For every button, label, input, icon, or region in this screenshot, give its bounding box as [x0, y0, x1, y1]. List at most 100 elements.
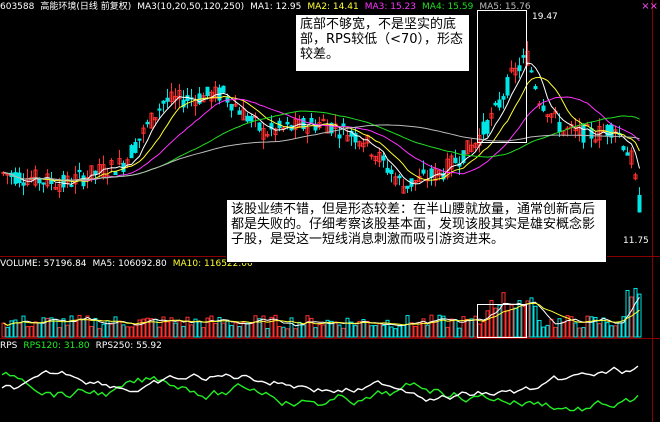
ma4-value: MA4: 15.59: [422, 2, 474, 12]
volume-bar: [277, 326, 282, 338]
volume-bar: [237, 326, 242, 338]
rps-panel[interactable]: RPS RPS120: 31.80 RPS250: 55.92: [0, 339, 660, 422]
candle-body: [41, 182, 46, 185]
volume-bar: [549, 318, 554, 338]
volume-bar: [205, 317, 210, 338]
candle-body: [161, 100, 166, 104]
candle-body: [133, 142, 138, 153]
volume-bar: [469, 318, 474, 338]
volume-bar: [589, 316, 594, 338]
volume-bar: [333, 321, 338, 338]
rps120-value: RPS120: 31.80: [23, 341, 90, 351]
volume-bar: [429, 314, 434, 338]
ma-params: MA3(10,20,50,120,250): [137, 2, 245, 12]
volume-bar: [109, 323, 114, 338]
candle-body: [221, 85, 226, 93]
volume-bar: [405, 315, 410, 338]
annotation-top: 底部不够宽，不是坚实的底部，RPS较低（<70），形态较差。: [295, 14, 470, 72]
volume-bar: [417, 321, 422, 338]
candle-body: [157, 108, 162, 111]
volume-bar: [409, 322, 414, 338]
volume-bar: [113, 316, 118, 338]
volume-bar: [133, 324, 138, 338]
candle-body: [77, 169, 82, 173]
candle-body: [205, 86, 210, 96]
rps-label: RPS: [0, 341, 18, 351]
high-price-label: 19.47: [532, 12, 558, 22]
volume-bar: [577, 327, 582, 338]
rps120-line: [1, 371, 639, 412]
volume-bar: [29, 325, 34, 338]
volume-bar: [337, 324, 342, 338]
volume-bar: [585, 315, 590, 338]
volume-bar: [457, 327, 462, 338]
candle-body: [581, 123, 586, 143]
volume-bar: [449, 318, 454, 338]
rps250-value: RPS250: 55.92: [95, 341, 162, 351]
volume-bar: [37, 322, 42, 338]
volume-bar: [433, 321, 438, 338]
volume-bar: [465, 318, 470, 338]
volume-bar: [229, 324, 234, 338]
volume-bar: [101, 323, 106, 338]
volume-bar: [129, 326, 134, 338]
volume-panel[interactable]: VOLUME: 57196.84 MA5: 106092.80 MA10: 1165…: [0, 257, 660, 338]
volume-bar: [253, 315, 258, 338]
volume-bar: [189, 324, 194, 338]
ma2-line: [3, 76, 640, 183]
volume-bar: [617, 322, 622, 338]
annotation-middle: 该股业绩不错，但是形态较差：在半山腰就放量，通常创新高后都是失败的。仔细考察该股…: [226, 199, 607, 263]
candle-body: [245, 115, 250, 122]
volume-bar: [365, 320, 370, 338]
volume-bar: [377, 323, 382, 338]
ma2-value: MA2: 14.41: [307, 2, 359, 12]
volume-bar: [17, 322, 22, 338]
candle-body: [13, 172, 18, 184]
volume-bar: [541, 326, 546, 338]
volume-bar: [157, 326, 162, 338]
highlight-box-price: [477, 10, 527, 143]
volume-bar: [317, 324, 322, 338]
volume-bar: [537, 319, 542, 338]
volume-bar: [197, 320, 202, 338]
volume-bar: [41, 317, 46, 338]
volume-bar: [21, 315, 26, 338]
candle-body: [625, 152, 630, 156]
volume-bar: [213, 322, 218, 338]
volume-bar: [581, 327, 586, 338]
volume-bar: [293, 328, 298, 338]
candle-body: [389, 169, 394, 175]
volume-bar: [413, 326, 418, 338]
volume-bar: [625, 289, 630, 338]
volume-bar: [313, 327, 318, 338]
volume-bar: [401, 324, 406, 338]
close-marker-icon[interactable]: ××: [641, 1, 658, 12]
volume-bar: [233, 322, 238, 338]
candle-body: [453, 157, 458, 164]
volume-bar: [285, 328, 290, 338]
volume-bar: [305, 315, 310, 338]
volume-bar: [281, 326, 286, 338]
volume-bar: [389, 326, 394, 338]
volume-bar: [557, 318, 562, 338]
candle-body: [589, 128, 594, 139]
volume-value: VOLUME: 57196.84: [0, 259, 87, 269]
volume-bar: [605, 322, 610, 338]
volume-bar: [609, 325, 614, 338]
candle-body: [541, 105, 546, 111]
volume-header: VOLUME: 57196.84 MA5: 106092.80 MA10: 1165…: [0, 257, 259, 271]
volume-bar: [117, 320, 122, 338]
vol-ma5-line: [3, 297, 640, 327]
volume-bar: [97, 328, 102, 338]
volume-bar: [437, 314, 442, 338]
volume-bar: [397, 325, 402, 338]
candle-body: [229, 103, 234, 111]
volume-bar: [73, 319, 78, 338]
volume-bar: [173, 322, 178, 338]
volume-bar: [369, 325, 374, 338]
ma1-value: MA1: 12.95: [250, 2, 302, 12]
volume-bar: [461, 316, 466, 338]
volume-bar: [125, 326, 130, 338]
candle-body: [257, 122, 262, 131]
candle-body: [405, 185, 410, 189]
